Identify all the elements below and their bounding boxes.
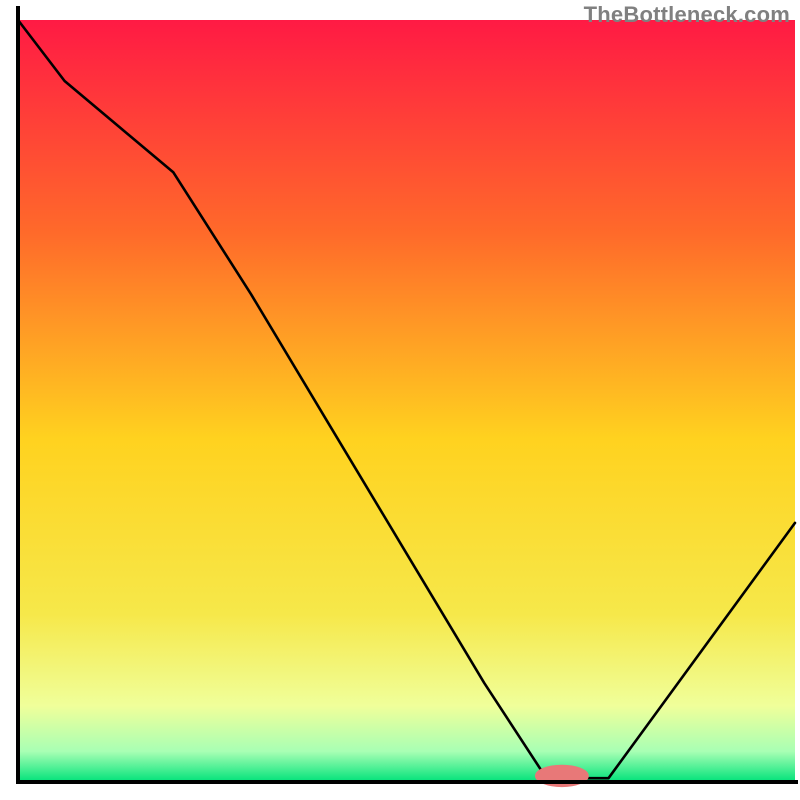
plot-background (18, 20, 795, 782)
bottleneck-chart (0, 0, 800, 800)
watermark-text: TheBottleneck.com (584, 2, 790, 28)
chart-container: TheBottleneck.com (0, 0, 800, 800)
